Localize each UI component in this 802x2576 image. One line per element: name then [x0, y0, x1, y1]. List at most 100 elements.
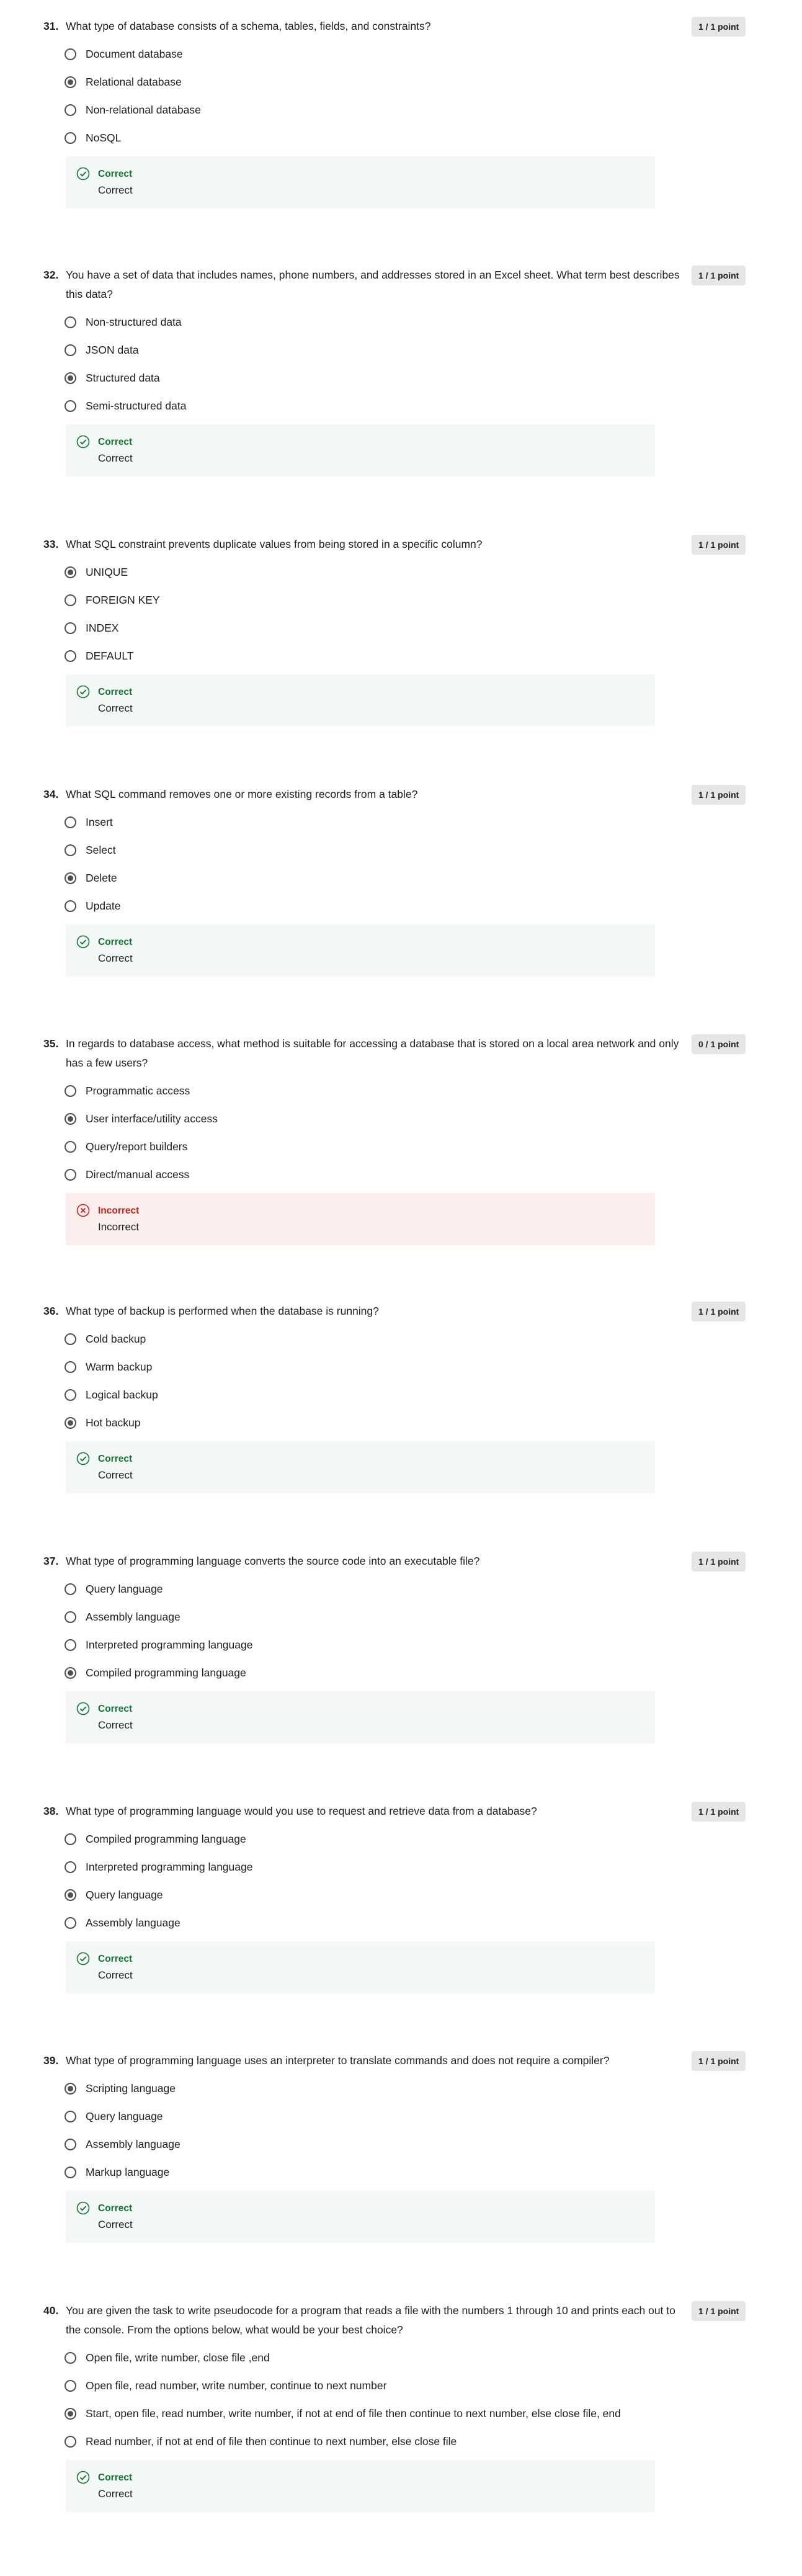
option-1[interactable]: Interpreted programming language — [65, 1858, 685, 1877]
feedback-text: Incorrect — [98, 1221, 140, 1233]
radio-button[interactable] — [65, 2436, 76, 2448]
radio-button[interactable] — [65, 1889, 76, 1901]
option-label: Start, open file, read number, write num… — [86, 2407, 621, 2420]
question-header: 39. What type of programming language us… — [43, 2051, 751, 2071]
option-0[interactable]: Query language — [65, 1580, 685, 1599]
radio-button[interactable] — [65, 1917, 76, 1929]
options-list: Open file, write number, close file ,end… — [65, 2348, 751, 2451]
radio-button[interactable] — [65, 344, 76, 356]
radio-button[interactable] — [65, 1667, 76, 1679]
radio-button[interactable] — [65, 1113, 76, 1125]
option-label: Read number, if not at end of file then … — [86, 2435, 457, 2448]
radio-button[interactable] — [65, 2167, 76, 2178]
radio-button[interactable] — [65, 1639, 76, 1651]
option-2[interactable]: Interpreted programming language — [65, 1635, 685, 1655]
option-3[interactable]: DEFAULT — [65, 646, 685, 666]
radio-button[interactable] — [65, 594, 76, 606]
radio-button[interactable] — [65, 1389, 76, 1401]
radio-button[interactable] — [65, 1085, 76, 1097]
radio-button[interactable] — [65, 900, 76, 912]
option-0[interactable]: Scripting language — [65, 2079, 685, 2098]
options-list: Compiled programming language Interprete… — [65, 1830, 751, 1933]
radio-button[interactable] — [65, 2139, 76, 2150]
option-1[interactable]: Assembly language — [65, 1608, 685, 1627]
option-label: INDEX — [86, 622, 119, 634]
option-1[interactable]: Relational database — [65, 73, 685, 92]
option-2[interactable]: INDEX — [65, 619, 685, 638]
option-label: FOREIGN KEY — [86, 594, 160, 606]
option-1[interactable]: JSON data — [65, 341, 685, 360]
radio-button[interactable] — [65, 622, 76, 634]
question-number: 32. — [43, 269, 59, 281]
radio-button[interactable] — [65, 76, 76, 88]
radio-button[interactable] — [65, 1861, 76, 1873]
feedback-text: Correct — [98, 1969, 133, 1981]
option-3[interactable]: Compiled programming language — [65, 1663, 685, 1683]
radio-button[interactable] — [65, 650, 76, 662]
option-0[interactable]: Compiled programming language — [65, 1830, 685, 1849]
option-0[interactable]: Document database — [65, 45, 685, 64]
option-label: Semi-structured data — [86, 400, 187, 412]
radio-button[interactable] — [65, 1417, 76, 1429]
option-1[interactable]: Query language — [65, 2107, 685, 2126]
option-1[interactable]: FOREIGN KEY — [65, 591, 685, 610]
option-2[interactable]: Non-relational database — [65, 101, 685, 120]
radio-button[interactable] — [65, 816, 76, 828]
option-2[interactable]: Start, open file, read number, write num… — [65, 2404, 685, 2423]
option-2[interactable]: Query language — [65, 1885, 685, 1905]
radio-button[interactable] — [65, 1361, 76, 1373]
radio-button[interactable] — [65, 2083, 76, 2095]
option-2[interactable]: Assembly language — [65, 2135, 685, 2154]
question-block: 40. You are given the task to write pseu… — [43, 2301, 751, 2512]
option-3[interactable]: Direct/manual access — [65, 1165, 685, 1184]
radio-button[interactable] — [65, 1141, 76, 1153]
option-3[interactable]: Markup language — [65, 2163, 685, 2182]
radio-button[interactable] — [65, 48, 76, 60]
option-0[interactable]: Insert — [65, 813, 685, 832]
radio-button[interactable] — [65, 372, 76, 384]
option-0[interactable]: Non-structured data — [65, 313, 685, 332]
radio-button[interactable] — [65, 104, 76, 116]
option-1[interactable]: Select — [65, 841, 685, 860]
option-3[interactable]: Update — [65, 897, 685, 916]
option-3[interactable]: Semi-structured data — [65, 396, 685, 416]
question-text: You have a set of data that includes nam… — [66, 269, 680, 300]
radio-button[interactable] — [65, 1583, 76, 1595]
radio-button[interactable] — [65, 2408, 76, 2420]
option-0[interactable]: Cold backup — [65, 1330, 685, 1349]
feedback-title: Correct — [98, 2203, 133, 2214]
option-1[interactable]: Open file, read number, write number, co… — [65, 2376, 685, 2395]
question-header: 34. What SQL command removes one or more… — [43, 785, 751, 805]
radio-button[interactable] — [65, 1333, 76, 1345]
option-0[interactable]: Programmatic access — [65, 1081, 685, 1101]
option-1[interactable]: Warm backup — [65, 1357, 685, 1377]
radio-button[interactable] — [65, 844, 76, 856]
radio-button[interactable] — [65, 316, 76, 328]
radio-button[interactable] — [65, 1169, 76, 1181]
option-3[interactable]: Read number, if not at end of file then … — [65, 2432, 685, 2451]
radio-button[interactable] — [65, 1833, 76, 1845]
radio-button[interactable] — [65, 2380, 76, 2392]
option-0[interactable]: Open file, write number, close file ,end — [65, 2348, 685, 2368]
option-3[interactable]: Hot backup — [65, 1413, 685, 1433]
radio-button[interactable] — [65, 566, 76, 578]
radio-button[interactable] — [65, 132, 76, 144]
radio-button[interactable] — [65, 2111, 76, 2122]
radio-button[interactable] — [65, 872, 76, 884]
option-2[interactable]: Delete — [65, 869, 685, 888]
radio-button[interactable] — [65, 400, 76, 412]
option-2[interactable]: Logical backup — [65, 1385, 685, 1405]
option-1[interactable]: User interface/utility access — [65, 1109, 685, 1129]
feedback-title: Correct — [98, 1954, 133, 1964]
question-header: 32. You have a set of data that includes… — [43, 266, 751, 304]
radio-button[interactable] — [65, 1611, 76, 1623]
option-label: NoSQL — [86, 132, 122, 144]
option-2[interactable]: Query/report builders — [65, 1137, 685, 1156]
option-3[interactable]: Assembly language — [65, 1913, 685, 1933]
option-2[interactable]: Structured data — [65, 369, 685, 388]
option-label: Markup language — [86, 2166, 170, 2178]
radio-button[interactable] — [65, 2352, 76, 2364]
option-0[interactable]: UNIQUE — [65, 563, 685, 582]
check-circle-icon — [76, 1702, 90, 1715]
option-3[interactable]: NoSQL — [65, 128, 685, 148]
